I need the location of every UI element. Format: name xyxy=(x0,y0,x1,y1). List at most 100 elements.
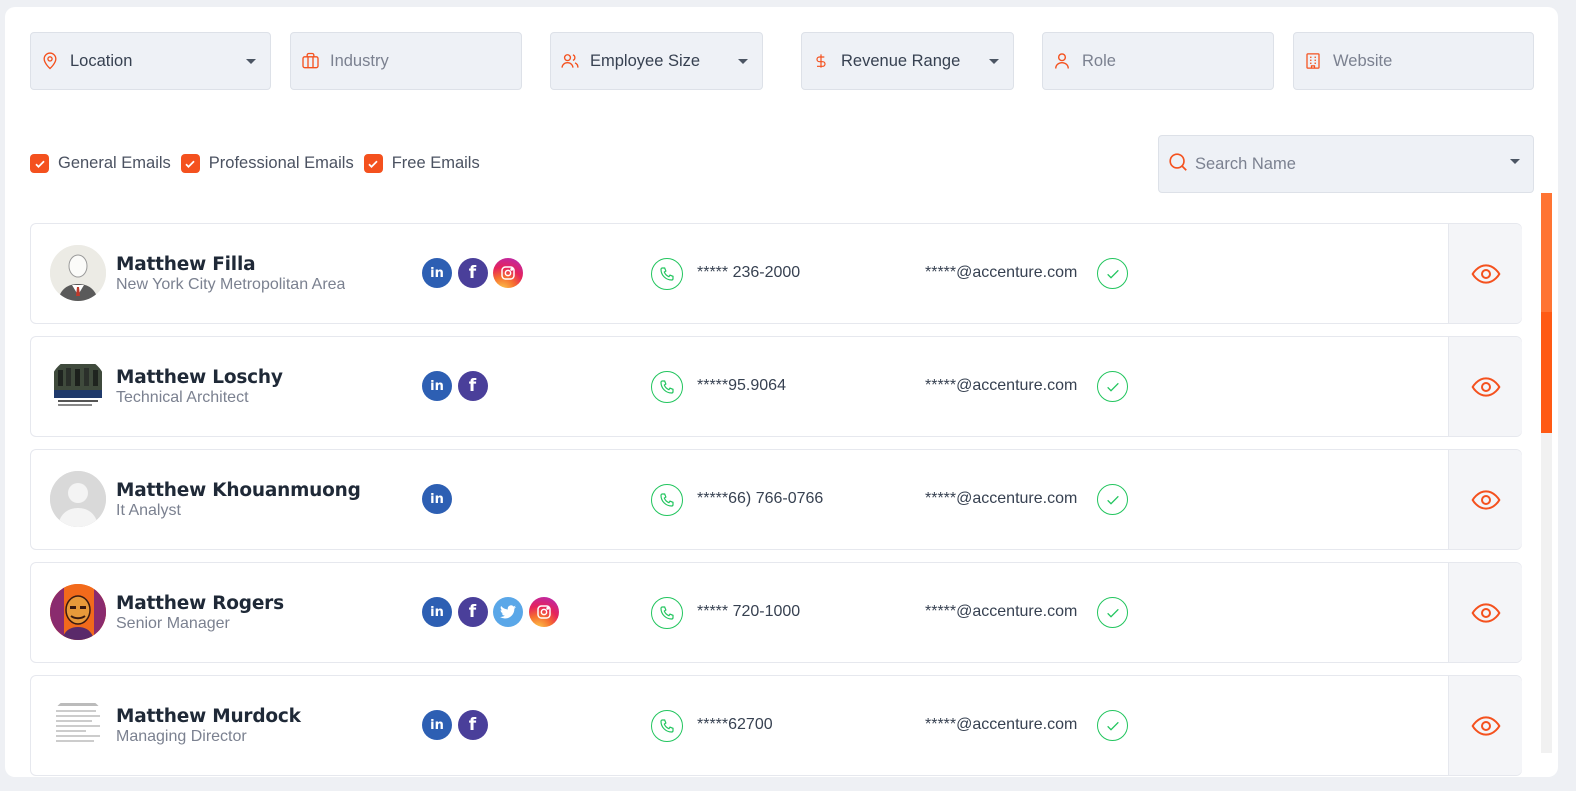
contact-name[interactable]: Matthew Khouanmuong xyxy=(116,480,361,501)
checkmark-icon xyxy=(363,154,383,173)
linkedin-icon[interactable]: in xyxy=(422,258,452,288)
phone-icon[interactable] xyxy=(651,597,683,629)
general-emails-label: General Emails xyxy=(58,154,171,172)
facebook-icon[interactable]: f xyxy=(457,258,488,288)
eye-icon xyxy=(1471,263,1500,284)
eye-icon xyxy=(1471,489,1500,510)
phone-number: *****95.9064 xyxy=(697,377,786,394)
avatar xyxy=(50,471,106,527)
social-links: in xyxy=(422,484,458,514)
free-emails-checkbox[interactable]: Free Emails xyxy=(363,154,480,173)
contact-row: Matthew Murdock Managing Director in f *… xyxy=(30,675,1522,776)
chevron-down-icon xyxy=(246,58,256,64)
contact-title: New York City Metropolitan Area xyxy=(116,276,346,293)
role-filter[interactable]: Role xyxy=(1042,32,1274,90)
email-address: *****@accenture.com xyxy=(925,490,1078,507)
checkmark-icon xyxy=(30,154,49,173)
professional-emails-label: Professional Emails xyxy=(208,154,354,172)
email-address: *****@accenture.com xyxy=(925,377,1078,394)
verified-check-icon xyxy=(1097,597,1128,628)
phone-number: ***** 236-2000 xyxy=(697,264,801,281)
social-links: in f xyxy=(422,371,493,401)
search-icon xyxy=(1167,151,1189,178)
verified-check-icon xyxy=(1097,258,1128,289)
chevron-down-icon[interactable] xyxy=(1510,158,1520,164)
search-name-field xyxy=(1158,135,1534,193)
social-links: in f xyxy=(422,258,529,288)
avatar xyxy=(50,697,106,753)
phone-icon[interactable] xyxy=(651,710,683,742)
view-contact-button[interactable] xyxy=(1448,337,1522,436)
email-type-filters: General Emails Professional Emails Free … xyxy=(30,154,490,173)
instagram-icon[interactable] xyxy=(528,597,559,627)
free-emails-label: Free Emails xyxy=(391,154,480,172)
location-filter-label: Location xyxy=(70,51,133,70)
view-contact-button[interactable] xyxy=(1448,563,1522,662)
website-filter-label: Website xyxy=(1333,51,1393,70)
map-pin-icon xyxy=(39,50,61,72)
verified-check-icon xyxy=(1097,371,1128,402)
users-icon xyxy=(559,50,581,72)
facebook-icon[interactable]: f xyxy=(457,597,488,627)
social-links: in f xyxy=(422,710,493,740)
role-filter-label: Role xyxy=(1082,51,1116,70)
eye-icon xyxy=(1471,715,1500,736)
view-contact-button[interactable] xyxy=(1448,450,1522,549)
view-contact-button[interactable] xyxy=(1448,224,1522,323)
phone-icon[interactable] xyxy=(651,484,683,516)
eye-icon xyxy=(1471,376,1500,397)
linkedin-icon[interactable]: in xyxy=(422,597,452,627)
contact-row: Matthew Khouanmuong It Analyst in *****6… xyxy=(30,449,1522,550)
phone-number: ***** 720-1000 xyxy=(697,603,801,620)
revenue-range-filter[interactable]: Revenue Range xyxy=(801,32,1014,90)
scrollbar-thumb-highlight xyxy=(1541,193,1552,312)
industry-filter-label: Industry xyxy=(330,51,389,70)
search-name-input[interactable] xyxy=(1195,154,1510,174)
eye-icon xyxy=(1471,602,1500,623)
phone-icon[interactable] xyxy=(651,258,683,290)
contact-name[interactable]: Matthew Filla xyxy=(116,254,256,275)
contact-name[interactable]: Matthew Loschy xyxy=(116,367,283,388)
building-icon xyxy=(1302,50,1324,72)
chevron-down-icon xyxy=(989,58,999,64)
contact-row: Matthew Loschy Technical Architect in f … xyxy=(30,336,1522,437)
location-filter[interactable]: Location xyxy=(30,32,271,90)
website-filter[interactable]: Website xyxy=(1293,32,1534,90)
avatar xyxy=(50,584,106,640)
avatar xyxy=(50,245,106,301)
contact-title: Senior Manager xyxy=(116,615,230,632)
linkedin-icon[interactable]: in xyxy=(422,371,452,401)
contact-name[interactable]: Matthew Rogers xyxy=(116,593,284,614)
briefcase-icon xyxy=(299,50,321,72)
contact-row: Matthew Rogers Senior Manager in f *****… xyxy=(30,562,1522,663)
industry-filter[interactable]: Industry xyxy=(290,32,522,90)
phone-number: *****66) 766-0766 xyxy=(697,490,824,507)
phone-icon[interactable] xyxy=(651,371,683,403)
chevron-down-icon xyxy=(738,58,748,64)
view-contact-button[interactable] xyxy=(1448,676,1522,775)
professional-emails-checkbox[interactable]: Professional Emails xyxy=(180,154,354,173)
linkedin-icon[interactable]: in xyxy=(422,484,452,514)
dollar-icon xyxy=(810,50,832,72)
twitter-icon[interactable] xyxy=(493,597,523,627)
revenue-range-filter-label: Revenue Range xyxy=(841,51,961,70)
user-icon xyxy=(1051,50,1073,72)
social-links: in f xyxy=(422,597,564,627)
contact-title: Technical Architect xyxy=(116,389,249,406)
contact-title: Managing Director xyxy=(116,728,247,745)
contact-row: Matthew Filla New York City Metropolitan… xyxy=(30,223,1522,324)
general-emails-checkbox[interactable]: General Emails xyxy=(30,154,171,173)
verified-check-icon xyxy=(1097,484,1128,515)
email-address: *****@accenture.com xyxy=(925,603,1078,620)
linkedin-icon[interactable]: in xyxy=(422,710,452,740)
contact-name[interactable]: Matthew Murdock xyxy=(116,706,301,727)
instagram-icon[interactable] xyxy=(493,258,523,288)
employee-size-filter[interactable]: Employee Size xyxy=(550,32,763,90)
checkmark-icon xyxy=(180,154,200,173)
email-address: *****@accenture.com xyxy=(925,716,1078,733)
email-address: *****@accenture.com xyxy=(925,264,1078,281)
facebook-icon[interactable]: f xyxy=(457,710,488,740)
facebook-icon[interactable]: f xyxy=(457,371,488,401)
employee-size-filter-label: Employee Size xyxy=(590,51,701,70)
phone-number: *****62700 xyxy=(697,716,773,733)
